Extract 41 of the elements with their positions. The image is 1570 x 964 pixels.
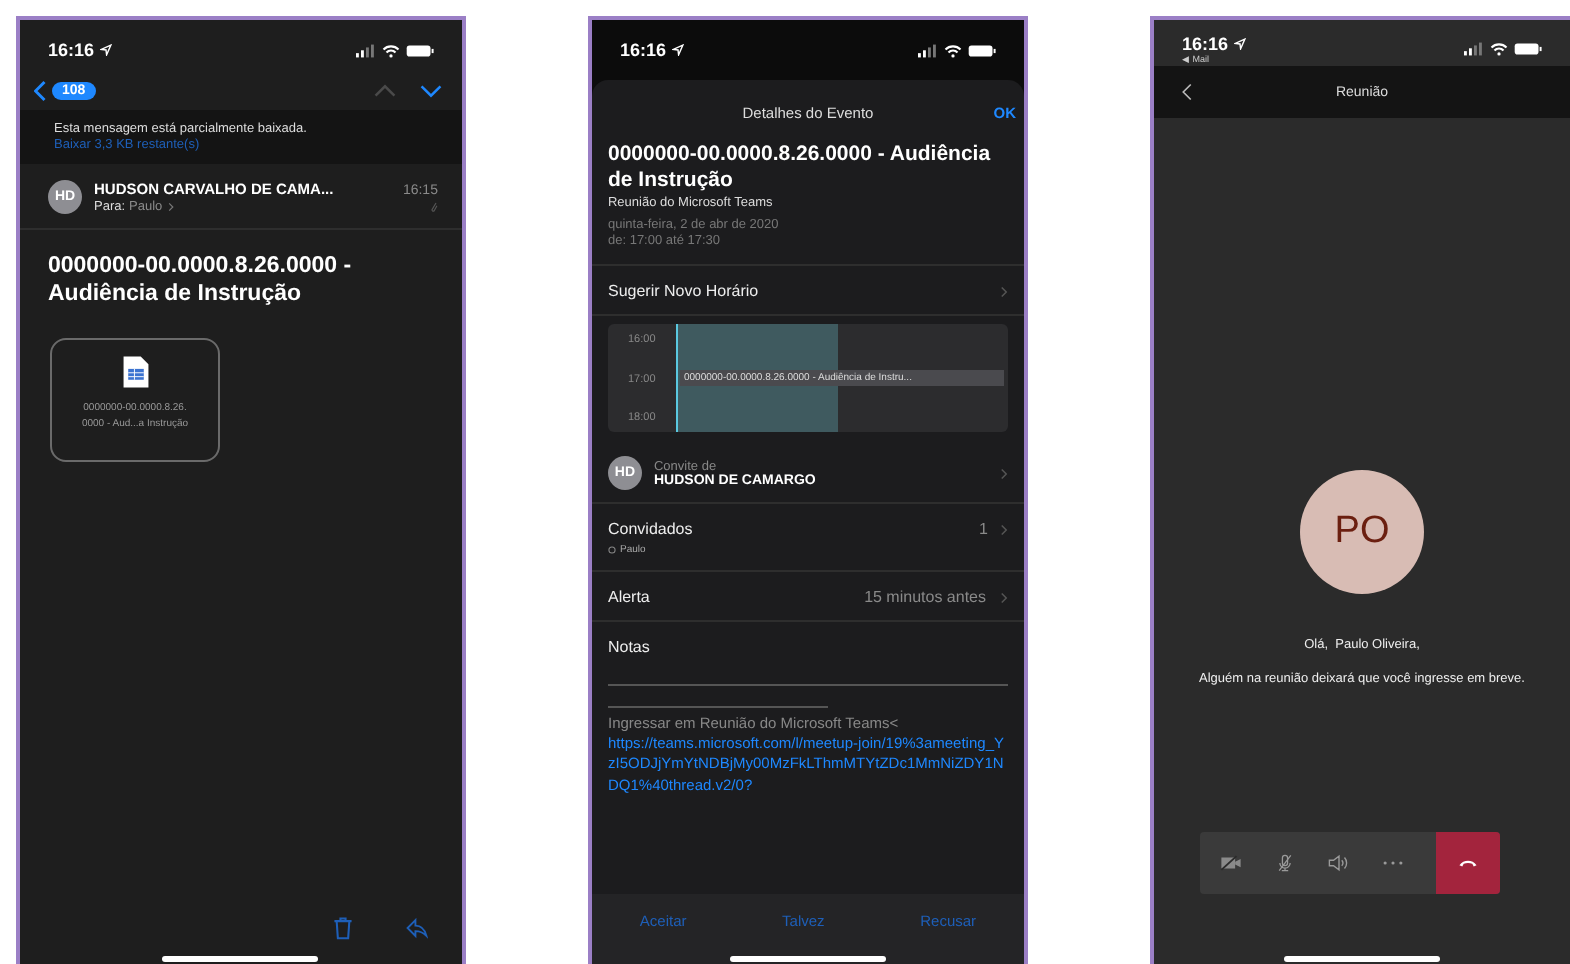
spreadsheet-file-icon (121, 353, 149, 390)
battery-icon (405, 43, 434, 57)
location-arrow-icon (100, 44, 113, 56)
suggest-time-row[interactable]: Sugerir Novo Horário (591, 266, 1024, 317)
status-time: 16:16 (1182, 33, 1229, 53)
status-circle-icon (607, 546, 616, 555)
chevron-right-icon[interactable] (1000, 467, 1008, 480)
invitees-count: 1 (979, 520, 988, 539)
phone-hang-up-icon (1458, 858, 1478, 869)
location-arrow-icon (672, 44, 685, 56)
wifi-icon (944, 43, 962, 57)
back-chevron-icon[interactable] (1182, 82, 1192, 102)
alert-value: 15 minutos antes (864, 588, 986, 607)
alert-label: Alerta (607, 588, 650, 607)
chevron-right-icon (1000, 285, 1008, 298)
camera-off-icon[interactable] (1220, 854, 1242, 873)
chevron-right-icon[interactable] (1000, 591, 1008, 604)
chevron-right-icon[interactable] (1000, 523, 1008, 536)
status-time: 16:16 (619, 40, 667, 60)
participant-avatar: PO (1300, 470, 1424, 594)
event-title: 0000000-00.0000.8.26.0000 - Audiência de Instrução (607, 142, 993, 193)
signal-icon (1464, 41, 1484, 55)
signal-icon (355, 43, 376, 57)
mic-off-icon[interactable] (1274, 854, 1296, 873)
chevron-right-icon (168, 202, 175, 212)
location-arrow-icon (1234, 37, 1247, 49)
wifi-icon (1490, 41, 1508, 55)
chevron-down-icon[interactable] (419, 84, 442, 98)
email-subject: 0000000-00.0000.8.26.0000 - Audiência de Instrução (46, 252, 354, 310)
wifi-icon (381, 43, 400, 57)
reply-icon[interactable] (405, 916, 428, 940)
paperclip-icon (429, 200, 438, 214)
battery-icon (968, 43, 996, 57)
status-time: 16:16 (48, 40, 95, 60)
invitees-label: Convidados (607, 520, 693, 539)
notes-label: Notas (607, 638, 652, 657)
trash-icon[interactable] (331, 916, 354, 940)
back-chevron-icon[interactable] (34, 80, 46, 102)
battery-icon (1514, 41, 1542, 55)
signal-icon (918, 43, 938, 57)
speaker-icon[interactable] (1328, 854, 1350, 873)
